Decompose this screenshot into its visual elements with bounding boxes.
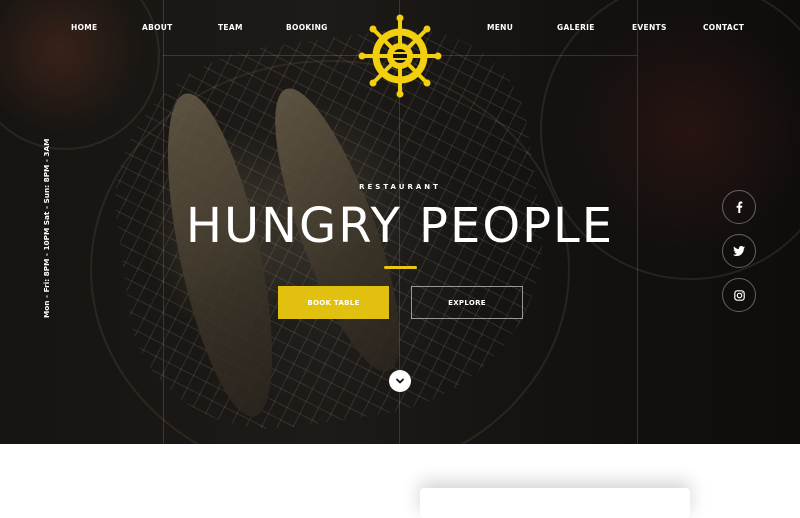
hero-title: HUNGRY PEOPLE [185, 198, 615, 254]
hero-eyebrow: RESTAURANT [359, 183, 441, 191]
book-table-button[interactable]: BOOK TABLE [278, 286, 389, 319]
nav-menu[interactable]: MENU [487, 23, 513, 32]
nav-team[interactable]: TEAM [218, 23, 243, 32]
instagram-icon [733, 289, 745, 301]
nav-home[interactable]: HOME [71, 23, 97, 32]
facebook-icon [736, 201, 743, 213]
explore-button[interactable]: EXPLORE [411, 286, 523, 319]
twitter-icon [733, 246, 745, 256]
ship-wheel-icon[interactable] [358, 14, 442, 98]
scroll-down-button[interactable] [389, 370, 411, 392]
twitter-link[interactable] [722, 234, 756, 268]
nav-contact[interactable]: CONTACT [703, 23, 744, 32]
instagram-link[interactable] [722, 278, 756, 312]
content-card [420, 488, 690, 518]
facebook-link[interactable] [722, 190, 756, 224]
chevron-down-icon [396, 378, 404, 384]
hero-section: HOME ABOUT TEAM BOOKING MENU GALERIE EVE… [0, 0, 800, 444]
nav-galerie[interactable]: GALERIE [557, 23, 595, 32]
title-underline [384, 266, 417, 269]
nav-about[interactable]: ABOUT [142, 23, 173, 32]
nav-events[interactable]: EVENTS [632, 23, 667, 32]
nav-booking[interactable]: BOOKING [286, 23, 328, 32]
